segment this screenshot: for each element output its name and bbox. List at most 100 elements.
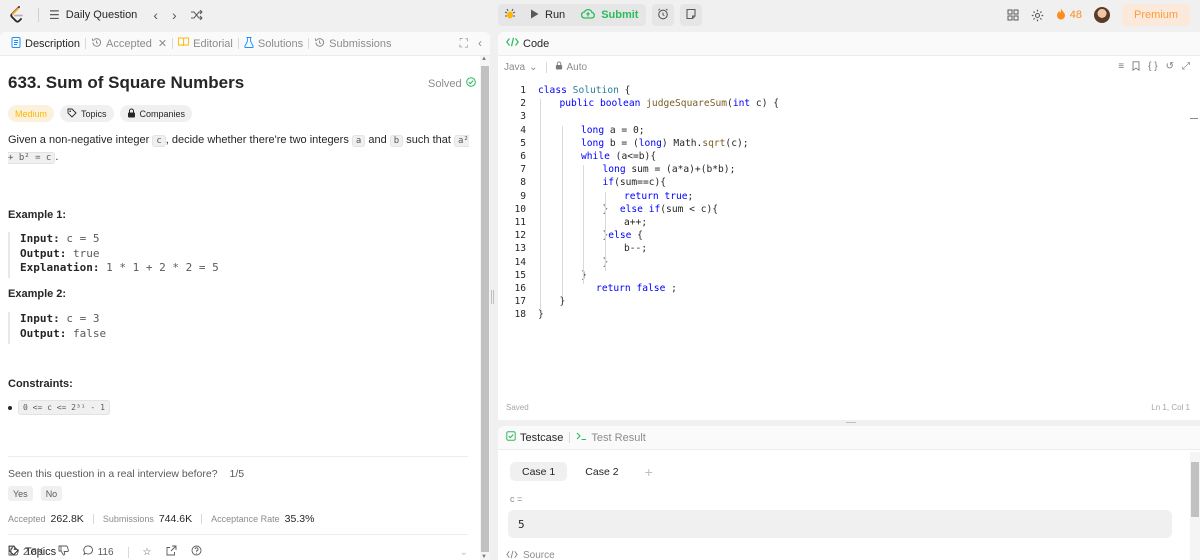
tab-accepted[interactable]: Accepted ✕ [86, 32, 172, 56]
prev-problem-icon[interactable]: ‹ [153, 7, 158, 23]
problem-list-button[interactable]: ☰ Daily Question [49, 8, 137, 22]
add-case-button[interactable]: + [645, 464, 653, 480]
scrollbar-thumb[interactable] [1191, 462, 1199, 517]
code-text: while (a<=b){ [581, 151, 656, 162]
tab-test-result[interactable]: Test Result [576, 432, 646, 444]
code-brackets-icon [506, 37, 519, 50]
tab-submissions[interactable]: Submissions [309, 32, 396, 56]
maximize-icon[interactable]: ⛶ [460, 36, 468, 51]
tab-description[interactable]: Description [6, 32, 85, 56]
expand-icon[interactable]: ⤢ [1182, 61, 1190, 74]
solved-label: Solved [428, 77, 462, 90]
streak-counter[interactable]: 48 [1056, 8, 1082, 23]
settings-gear-icon[interactable] [1031, 9, 1044, 22]
code-editor[interactable]: 1 class Solution {2 public boolean judgeSq… [498, 84, 1200, 369]
code-line[interactable]: 8 if(sum==c){ [498, 176, 1188, 189]
indent-guide [583, 165, 584, 284]
problem-list-label: Daily Question [65, 9, 138, 21]
timer-button[interactable] [652, 4, 675, 26]
topics-badge[interactable]: Topics [60, 105, 114, 122]
code-line[interactable]: 16 return false ; [498, 282, 1188, 295]
code-line[interactable]: 14} [498, 256, 1188, 269]
tab-testcase[interactable]: Testcase [506, 431, 563, 444]
code-line[interactable]: 4 long a = 0; [498, 124, 1188, 137]
share-icon[interactable] [166, 545, 177, 559]
source-section[interactable]: Source [506, 550, 555, 560]
format-icon[interactable]: ≡ [1118, 61, 1124, 74]
language-select[interactable]: Java ⌄ [504, 62, 538, 73]
code-line[interactable]: 12}else { [498, 229, 1188, 242]
leetcode-logo-icon[interactable] [8, 6, 26, 24]
comments-button[interactable]: 116 [82, 545, 114, 559]
braces-icon[interactable]: { } [1148, 61, 1157, 74]
submit-button[interactable]: Submit [573, 4, 647, 26]
shuffle-icon[interactable] [190, 7, 203, 23]
testcase-scrollbar[interactable] [1190, 452, 1200, 560]
example-label: Output: [20, 326, 67, 340]
debug-button[interactable] [498, 4, 522, 26]
description-scrollbar[interactable]: ▲ ▼ [480, 56, 490, 560]
scroll-down-icon[interactable]: ▼ [481, 554, 487, 560]
code-panel-header: Code [498, 32, 1200, 56]
line-number: 14 [514, 256, 526, 268]
bookmark-icon[interactable] [1132, 60, 1140, 74]
code-line[interactable]: 2 public boolean judgeSquareSum(int c) { [498, 97, 1188, 110]
code-text: } [538, 309, 544, 320]
divider [8, 534, 468, 535]
layout-grid-icon[interactable] [1007, 9, 1019, 21]
code-token: } [538, 309, 544, 321]
variable-input[interactable]: 5 [508, 510, 1172, 538]
case-2-tab[interactable]: Case 2 [573, 462, 630, 481]
collapse-chevron-icon[interactable]: ‹ [478, 36, 482, 51]
user-avatar[interactable] [1093, 7, 1110, 23]
help-icon[interactable] [191, 545, 202, 559]
like-button[interactable]: 2.8K [8, 545, 44, 559]
code-line[interactable]: 11 a++; [498, 216, 1188, 229]
thumbs-down-icon[interactable] [58, 545, 69, 559]
autocomplete-toggle[interactable]: Auto [555, 61, 587, 73]
tab-solutions[interactable]: Solutions [239, 32, 308, 56]
premium-button[interactable]: Premium [1121, 4, 1190, 26]
yes-button[interactable]: Yes [8, 486, 33, 501]
editor-scrollbar[interactable] [1190, 78, 1200, 198]
comment-count: 116 [97, 546, 114, 558]
code-line[interactable]: 18} [498, 308, 1188, 321]
star-icon[interactable]: ☆ [143, 547, 152, 558]
next-problem-icon[interactable]: › [172, 7, 177, 23]
code-line[interactable]: 15} [498, 269, 1188, 282]
no-button[interactable]: No [40, 486, 63, 501]
code-line[interactable]: 1 class Solution { [498, 84, 1188, 97]
tab-editorial[interactable]: Editorial [173, 32, 238, 56]
code-line[interactable]: 6 while (a<=b){ [498, 150, 1188, 163]
divider [127, 546, 129, 558]
code-line[interactable]: 5 long b = (long) Math.sqrt(c); [498, 137, 1188, 150]
example-value: c = 3 [66, 312, 100, 325]
acceptance-rate-label: Acceptance Rate [211, 514, 280, 524]
horizontal-resize-handle[interactable] [846, 422, 856, 424]
code-line[interactable]: 9 return true; [498, 190, 1188, 203]
code-line[interactable]: 7 long sum = (a*a)+(b*b); [498, 163, 1188, 176]
scrollbar-thumb[interactable] [481, 66, 489, 552]
chevron-down-icon: ⌄ [529, 61, 538, 73]
code-line[interactable]: 10} else if(sum < c){ [498, 203, 1188, 216]
close-icon[interactable]: ✕ [158, 37, 167, 50]
reset-icon[interactable]: ↺ [1166, 61, 1174, 74]
run-button[interactable]: Run [522, 4, 574, 26]
scroll-marker [1190, 118, 1198, 119]
code-line[interactable]: 13 b--; [498, 242, 1188, 255]
history-icon [314, 37, 325, 51]
problem-title[interactable]: 633. Sum of Square Numbers [8, 73, 244, 93]
desc-text: Given a non-negative integer [8, 134, 153, 146]
case-1-tab[interactable]: Case 1 [510, 462, 568, 481]
thumbs-up-icon [8, 545, 19, 559]
description-tabs: Description Accepted ✕ Editorial Solutio… [0, 32, 490, 56]
code-line[interactable]: 17} [498, 295, 1188, 308]
vertical-resize-handle[interactable] [491, 290, 494, 304]
notes-button[interactable] [680, 4, 703, 26]
companies-badge[interactable]: Companies [119, 105, 193, 122]
code-token: ; [665, 283, 677, 295]
scroll-up-icon[interactable]: ▲ [481, 56, 487, 62]
desc-text: and [365, 134, 390, 146]
code-line[interactable]: 3 [498, 110, 1188, 123]
solved-status: Solved [428, 77, 476, 90]
